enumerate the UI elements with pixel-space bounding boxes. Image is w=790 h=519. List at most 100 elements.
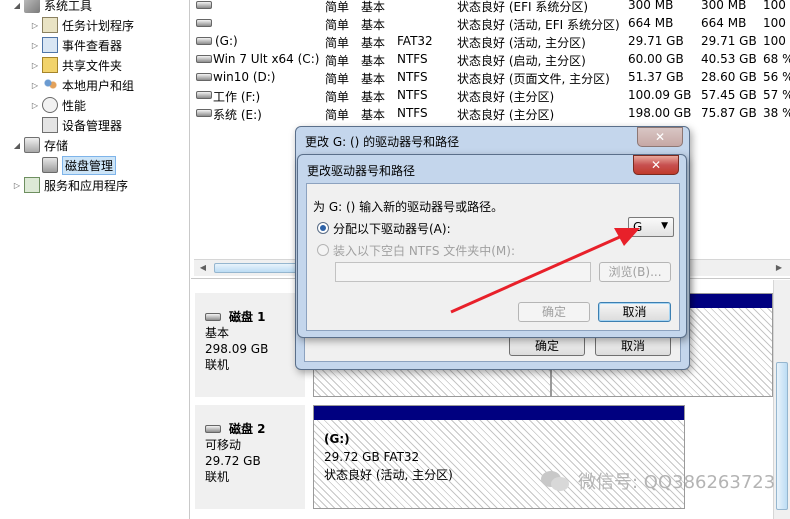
storage-icon — [24, 137, 40, 153]
drive-letter-select[interactable]: G ▼ — [628, 217, 674, 237]
volume-status: 状态良好 (EFI 系统分区) — [457, 0, 589, 14]
change-drive-letter-dialog[interactable]: 更改驱动器号和路径 ✕ 为 G: () 输入新的驱动器号或路径。 分配以下驱动器… — [297, 154, 687, 338]
volume-layout: 简单 — [325, 108, 350, 122]
tree-item-device-manager[interactable]: 设备管理器 — [30, 115, 122, 135]
tree-item-label: 系统工具 — [44, 0, 93, 13]
volume-free-percent: 100 — [763, 0, 786, 12]
cancel-button[interactable]: 取消 — [595, 336, 671, 356]
volume-type: 基本 — [361, 54, 386, 68]
volume-layout: 简单 — [325, 54, 350, 68]
tree-item-task-scheduler[interactable]: ▷ 任务计划程序 — [30, 15, 134, 35]
volume-type: 基本 — [361, 108, 386, 122]
volume-free-space: 75.87 GB — [701, 106, 757, 120]
volume-free-space: 57.45 GB — [701, 88, 757, 102]
volume-free-percent: 57 % — [763, 88, 790, 102]
volume-type: 基本 — [361, 36, 386, 50]
volume-row[interactable]: Win 7 Ult x64 (C:) 简单 基本 NTFS 状态良好 (启动, … — [191, 50, 790, 68]
watermark: 微信号: QQ386263723 — [540, 468, 775, 494]
volume-free-percent: 100 — [763, 16, 786, 30]
volume-icon — [196, 55, 212, 63]
volume-layout: 简单 — [325, 18, 350, 32]
expand-arrow-icon[interactable]: ▷ — [30, 101, 40, 110]
services-icon — [24, 177, 40, 193]
volume-row[interactable]: 系统 (E:) 简单 基本 NTFS 状态良好 (主分区) 198.00 GB … — [191, 104, 790, 122]
volume-row[interactable]: (G:) 简单 基本 FAT32 状态良好 (活动, 主分区) 29.71 GB… — [191, 32, 790, 50]
wechat-icon — [541, 471, 569, 491]
ok-button[interactable]: 确定 — [518, 302, 590, 322]
volume-row[interactable]: 工作 (F:) 简单 基本 NTFS 状态良好 (主分区) 100.09 GB … — [191, 86, 790, 104]
volume-icon — [196, 37, 212, 45]
expand-arrow-icon[interactable]: ▷ — [30, 61, 40, 70]
scroll-thumb[interactable] — [214, 263, 304, 273]
cancel-button[interactable]: 取消 — [598, 302, 671, 322]
mount-folder-radio[interactable] — [317, 244, 329, 256]
assign-letter-label[interactable]: 分配以下驱动器号(A): — [333, 220, 451, 237]
expand-arrow-icon[interactable]: ▷ — [30, 41, 40, 50]
disk-name: 磁盘 1 — [229, 310, 266, 324]
volume-capacity: 664 MB — [628, 16, 674, 30]
disk-1-info[interactable]: 磁盘 1 基本 298.09 GB 联机 — [195, 293, 305, 397]
tree-item-disk-management[interactable]: 磁盘管理 — [30, 155, 117, 175]
volume-filesystem: NTFS — [397, 106, 428, 120]
partition-bar — [314, 406, 684, 420]
volume-row[interactable]: 简单 基本 状态良好 (活动, EFI 系统分区) 664 MB 664 MB … — [191, 14, 790, 32]
disk-size: 298.09 GB — [205, 342, 269, 356]
volume-capacity: 51.37 GB — [628, 70, 684, 84]
volume-free-space: 40.53 GB — [701, 52, 757, 66]
tree-item-label: 服务和应用程序 — [44, 178, 129, 193]
tree-item-services-apps[interactable]: ▷ 服务和应用程序 — [12, 175, 128, 195]
expand-arrow-icon[interactable]: ▷ — [12, 181, 22, 190]
volume-name: 系统 (E:) — [213, 108, 262, 122]
volume-filesystem: NTFS — [397, 70, 428, 84]
volume-status: 状态良好 (主分区) — [457, 108, 555, 122]
volume-free-percent: 100 — [763, 34, 786, 48]
ok-button[interactable]: 确定 — [509, 336, 585, 356]
tools-icon — [24, 0, 40, 13]
folder-path-input[interactable] — [335, 262, 591, 282]
tree-item-shared-folders[interactable]: ▷ 共享文件夹 — [30, 55, 122, 75]
scroll-thumb[interactable] — [776, 362, 788, 510]
volume-status: 状态良好 (主分区) — [457, 90, 555, 104]
assign-letter-radio[interactable] — [317, 222, 329, 234]
tree-item-label: 共享文件夹 — [62, 58, 123, 73]
disk-icon — [205, 425, 221, 433]
volume-row[interactable]: win10 (D:) 简单 基本 NTFS 状态良好 (页面文件, 主分区) 5… — [191, 68, 790, 86]
disk-state: 联机 — [205, 358, 230, 372]
tree-item-event-viewer[interactable]: ▷ 事件查看器 — [30, 35, 122, 55]
disk-2-info[interactable]: 磁盘 2 可移动 29.72 GB 联机 — [195, 405, 305, 509]
tree-item-performance[interactable]: ▷ 性能 — [30, 95, 86, 115]
mount-folder-label[interactable]: 装入以下空白 NTFS 文件夹中(M): — [333, 242, 515, 259]
browse-button[interactable]: 浏览(B)... — [599, 262, 671, 282]
dialog-prompt: 为 G: () 输入新的驱动器号或路径。 — [313, 200, 504, 214]
volume-layout: 简单 — [325, 36, 350, 50]
expand-arrow-icon[interactable]: ▷ — [30, 81, 40, 90]
scroll-left-icon[interactable]: ◀ — [196, 262, 210, 274]
tree-item-label: 磁盘管理 — [62, 155, 117, 175]
volume-row[interactable]: 简单 基本 状态良好 (EFI 系统分区) 300 MB 300 MB 100 — [191, 0, 790, 14]
disk-icon — [205, 313, 221, 321]
volume-type: 基本 — [361, 18, 386, 32]
device-manager-icon — [42, 117, 58, 133]
expand-arrow-icon[interactable]: ▷ — [30, 21, 40, 30]
close-icon[interactable]: ✕ — [637, 127, 683, 147]
disk-type: 可移动 — [205, 438, 242, 452]
volume-capacity: 300 MB — [628, 0, 674, 12]
event-viewer-icon — [42, 37, 58, 53]
collapse-arrow-icon[interactable]: ◢ — [12, 141, 22, 150]
volume-filesystem: FAT32 — [397, 34, 433, 48]
tree-item-label: 任务计划程序 — [62, 18, 135, 33]
collapse-arrow-icon[interactable]: ◢ — [12, 1, 22, 10]
disk-state: 联机 — [205, 470, 230, 484]
scroll-right-icon[interactable]: ▶ — [772, 262, 786, 274]
volume-capacity: 29.71 GB — [628, 34, 684, 48]
partition-info: (G:) 29.72 GB FAT32 状态良好 (活动, 主分区) — [324, 430, 453, 484]
volume-icon — [196, 91, 212, 99]
vertical-scrollbar[interactable] — [773, 280, 790, 519]
tree-item-local-users[interactable]: ▷ 本地用户和组 — [30, 75, 134, 95]
dialog-client-area: 为 G: () 输入新的驱动器号或路径。 分配以下驱动器号(A): G ▼ 装入… — [306, 183, 680, 331]
tree-item-storage[interactable]: ◢ 存储 — [12, 135, 68, 155]
volume-status: 状态良好 (启动, 主分区) — [457, 54, 586, 68]
volume-name: win10 (D:) — [213, 70, 276, 84]
close-icon[interactable]: ✕ — [633, 155, 679, 175]
tree-item-system-tools[interactable]: ◢ 系统工具 — [12, 0, 92, 15]
